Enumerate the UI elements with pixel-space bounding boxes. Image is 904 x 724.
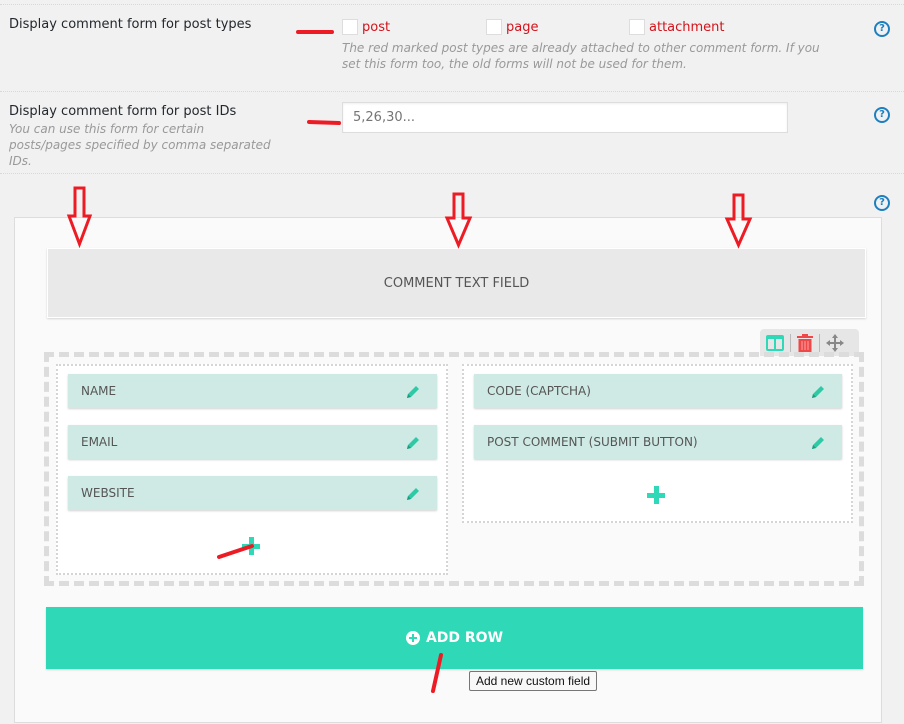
checkbox-attachment[interactable] [629, 19, 645, 35]
post-ids-description: You can use this form for certain posts/… [9, 122, 271, 168]
trash-icon[interactable] [797, 333, 813, 352]
toolbar-separator [790, 333, 791, 352]
field-email[interactable]: EMAIL [68, 425, 437, 459]
checkbox-attachment-label[interactable]: attachment [649, 20, 725, 35]
field-captcha-label: CODE (CAPTCHA) [487, 384, 591, 398]
checkbox-page-label[interactable]: page [506, 20, 538, 35]
pencil-icon[interactable] [405, 435, 421, 451]
columns-icon[interactable] [766, 334, 784, 351]
post-ids-label: Display comment form for post IDs [9, 104, 237, 119]
checkbox-post-label[interactable]: post [362, 20, 390, 35]
field-captcha[interactable]: CODE (CAPTCHA) [474, 374, 842, 408]
field-website[interactable]: WEBSITE [68, 476, 437, 510]
comment-text-field[interactable]: COMMENT TEXT FIELD [47, 248, 866, 318]
pencil-icon[interactable] [405, 486, 421, 502]
toolbar-separator [819, 333, 820, 352]
post-types-label: Display comment form for post types [9, 17, 252, 32]
annotation-dash [307, 120, 341, 125]
checkbox-post[interactable] [342, 19, 358, 35]
help-icon-post-ids[interactable]: ? [874, 107, 890, 123]
help-icon-builder[interactable]: ? [874, 195, 890, 211]
checkbox-page[interactable] [486, 19, 502, 35]
divider-bottom [0, 173, 904, 174]
help-icon-post-types[interactable]: ? [874, 21, 890, 37]
add-row-label: ADD ROW [425, 630, 504, 646]
plus-icon[interactable] [647, 486, 665, 504]
move-icon[interactable] [826, 333, 844, 352]
comment-text-field-label: COMMENT TEXT FIELD [383, 275, 530, 291]
field-website-label: WEBSITE [81, 486, 135, 500]
field-submit-button-label: POST COMMENT (SUBMIT BUTTON) [487, 435, 698, 449]
plus-icon[interactable] [242, 537, 260, 555]
post-types-note: The red marked post types are already at… [342, 41, 820, 71]
post-ids-input[interactable] [342, 102, 788, 133]
field-submit-button[interactable]: POST COMMENT (SUBMIT BUTTON) [474, 425, 842, 459]
tooltip: Add new custom field [469, 671, 598, 691]
field-name-label: NAME [81, 384, 117, 398]
add-row-button[interactable]: ADD ROW [46, 607, 863, 669]
field-email-label: EMAIL [81, 435, 118, 449]
divider-middle [0, 91, 904, 92]
pencil-icon[interactable] [810, 435, 826, 451]
divider-top [0, 4, 904, 5]
pencil-icon[interactable] [810, 384, 826, 400]
field-name[interactable]: NAME [68, 374, 437, 408]
pencil-icon[interactable] [405, 384, 421, 400]
plus-circle-icon [405, 631, 420, 645]
